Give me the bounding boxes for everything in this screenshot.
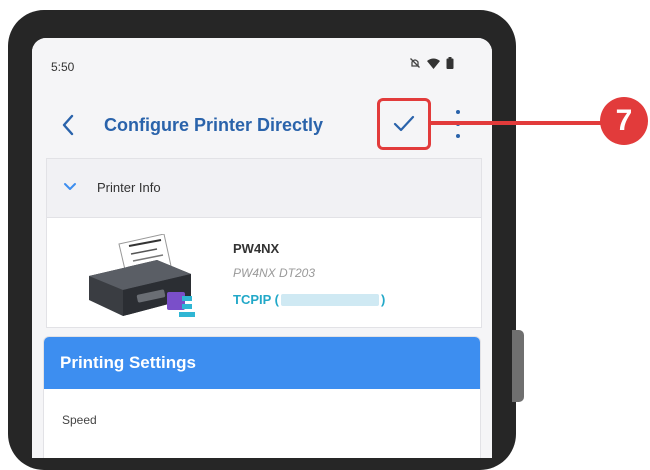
chevron-left-icon xyxy=(62,114,74,136)
app-bar: Configure Printer Directly xyxy=(32,98,492,154)
redacted-address xyxy=(281,293,379,306)
device-screen: 5:50 Configure Printer Directly Printer … xyxy=(32,38,492,458)
printing-settings-title: Printing Settings xyxy=(44,337,480,389)
chevron-down-icon xyxy=(64,183,76,190)
connection-type: TCPIP ( xyxy=(233,292,279,307)
printer-info-card: Printer Info PW4NX PW4NX DT203 TCPIP ( ) xyxy=(46,158,482,328)
callout-line xyxy=(428,121,610,125)
callout-badge: 7 xyxy=(600,97,648,145)
status-bar: 5:50 xyxy=(32,38,492,90)
more-vertical-icon xyxy=(456,110,460,114)
speed-label: Speed xyxy=(62,413,97,427)
wifi-icon xyxy=(427,58,440,69)
printer-image xyxy=(89,234,195,317)
status-icons xyxy=(409,57,454,69)
battery-icon xyxy=(446,57,454,69)
checkmark-icon xyxy=(393,115,415,132)
printer-info-title: Printer Info xyxy=(97,180,161,195)
mute-icon xyxy=(410,58,420,68)
printer-name: PW4NX xyxy=(233,241,280,256)
printer-connection: TCPIP ( ) xyxy=(233,292,385,307)
status-time: 5:50 xyxy=(51,60,75,74)
printer-info-header[interactable]: Printer Info xyxy=(47,159,481,218)
confirm-button[interactable] xyxy=(377,98,431,150)
back-button[interactable] xyxy=(54,108,82,142)
connection-suffix: ) xyxy=(381,292,386,307)
printer-model: PW4NX DT203 xyxy=(233,266,316,280)
printing-settings-panel: Printing Settings Speed xyxy=(43,336,481,458)
device-side-button xyxy=(512,330,524,402)
page-title: Configure Printer Directly xyxy=(104,115,324,135)
